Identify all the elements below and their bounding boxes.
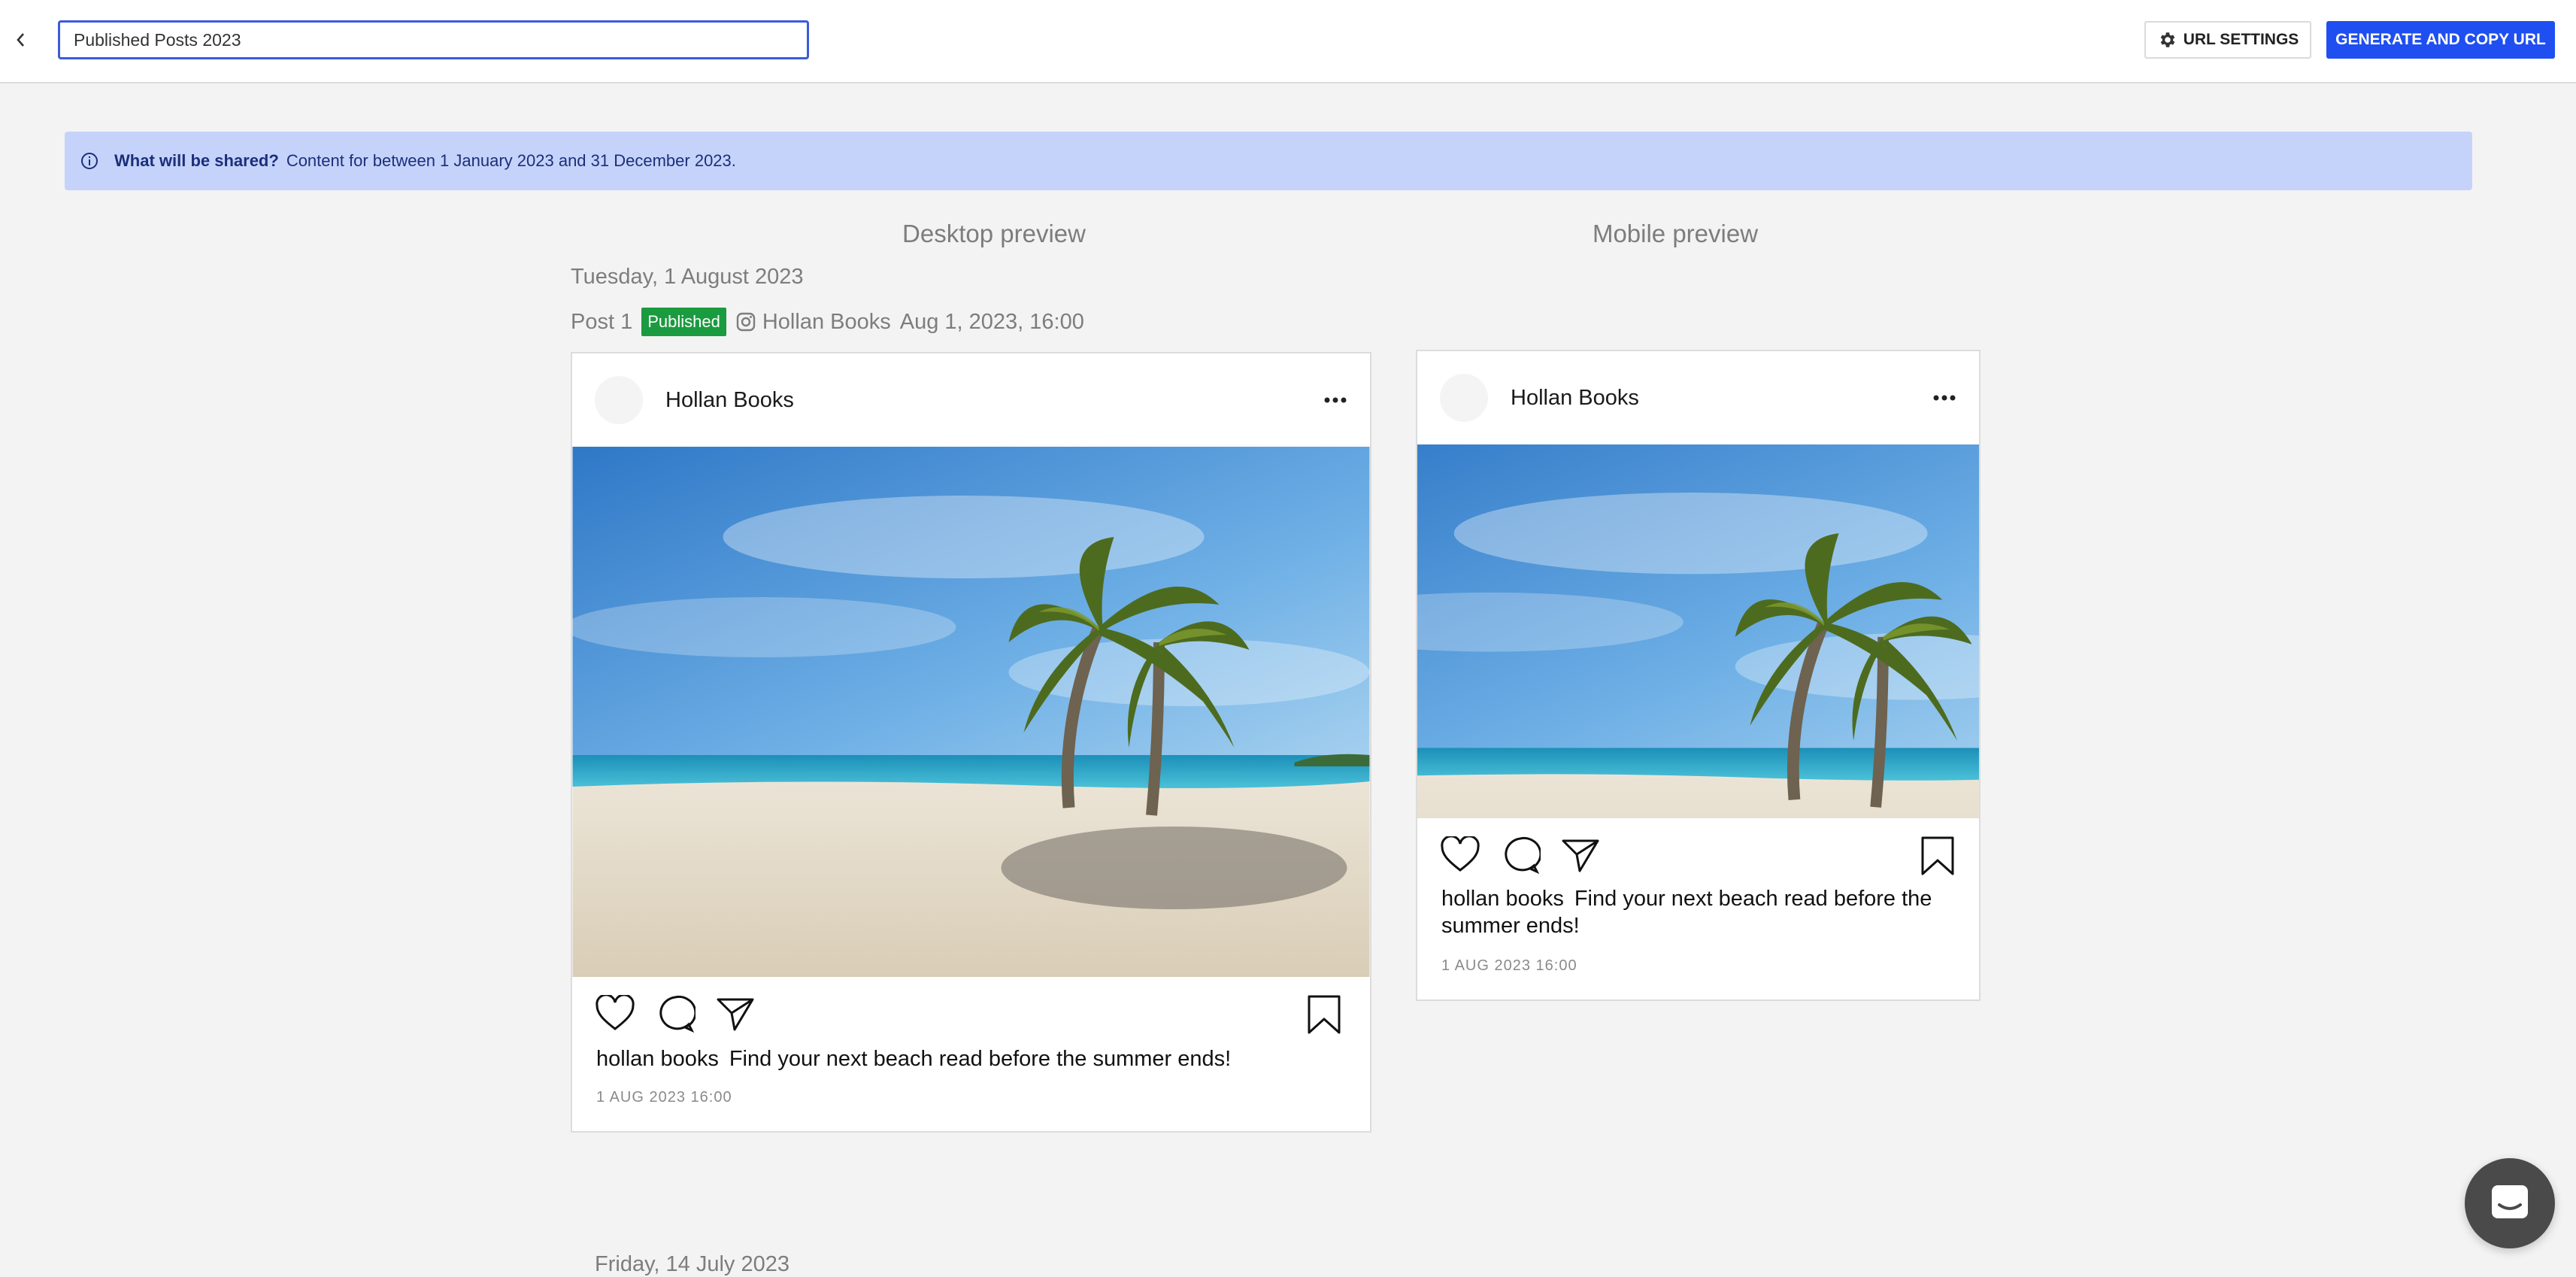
beach-palm-trees-image <box>1417 444 1979 818</box>
post-caption: hollan books Find your next beach read be… <box>1441 885 1960 940</box>
caption-text: Find your next beach read before the sum… <box>729 1047 1232 1071</box>
desktop-preview-heading: Desktop preview <box>902 220 1086 247</box>
mobile-post-card: Hollan Books hollan books Find your next … <box>1416 350 1980 1001</box>
avatar <box>595 376 643 424</box>
share-title-input[interactable] <box>58 20 809 59</box>
comment-icon[interactable] <box>655 994 696 1033</box>
banner-question: What will be shared? <box>114 151 279 170</box>
info-icon <box>80 151 99 171</box>
post-timestamp: 1 AUG 2023 16:00 <box>1441 957 1577 974</box>
more-options-icon[interactable] <box>1323 396 1347 404</box>
gear-icon <box>2160 32 2174 47</box>
post-meta-row: Post 1 Published Hollan Books Aug 1, 202… <box>571 305 1084 338</box>
post-header: Hollan Books <box>572 353 1370 447</box>
url-settings-label: URL SETTINGS <box>2183 31 2299 48</box>
account-name: Hollan Books <box>1511 385 1639 410</box>
url-settings-button[interactable]: URL SETTINGS <box>2144 21 2311 59</box>
heart-icon[interactable] <box>1440 836 1480 874</box>
heart-icon[interactable] <box>595 995 635 1033</box>
post-caption: hollan books Find your next beach read be… <box>596 1045 1348 1072</box>
caption-username: hollan books <box>596 1047 719 1071</box>
post-datetime: Aug 1, 2023, 16:00 <box>899 309 1084 334</box>
avatar <box>1440 374 1488 422</box>
mobile-preview-heading: Mobile preview <box>1592 220 1759 247</box>
day-group-date: Tuesday, 1 August 2023 <box>571 265 804 289</box>
chevron-left-icon <box>17 33 24 47</box>
post-account: Hollan Books <box>762 309 891 334</box>
bookmark-icon[interactable] <box>1920 836 1956 876</box>
back-button[interactable] <box>11 29 30 51</box>
next-day-group-date: Friday, 14 July 2023 <box>595 1252 789 1276</box>
post-timestamp: 1 AUG 2023 16:00 <box>596 1089 732 1106</box>
post-label: Post 1 <box>571 309 633 334</box>
banner-message: Content for between 1 January 2023 and 3… <box>286 151 736 170</box>
bookmark-icon[interactable] <box>1306 994 1342 1035</box>
post-actions <box>1440 836 1601 875</box>
status-badge: Published <box>641 308 726 336</box>
post-actions <box>595 994 756 1033</box>
chat-launcher-button[interactable] <box>2465 1158 2555 1248</box>
desktop-post-card: Hollan Books hollan books Find your next … <box>571 352 1371 1133</box>
share-icon[interactable] <box>1560 836 1601 874</box>
more-options-icon[interactable] <box>1932 394 1956 402</box>
account-name: Hollan Books <box>665 387 794 412</box>
instagram-icon <box>735 311 756 332</box>
beach-palm-trees-image <box>572 447 1370 977</box>
caption-username: hollan books <box>1441 887 1564 911</box>
post-header: Hollan Books <box>1417 351 1979 444</box>
share-info-banner: What will be shared? Content for between… <box>65 132 2472 190</box>
top-bar: URL SETTINGS GENERATE AND COPY URL <box>0 0 2576 83</box>
comment-icon[interactable] <box>1500 836 1541 875</box>
chat-icon <box>2492 1185 2528 1218</box>
share-icon[interactable] <box>715 995 756 1033</box>
generate-copy-url-label: GENERATE AND COPY URL <box>2335 31 2546 48</box>
generate-copy-url-button[interactable]: GENERATE AND COPY URL <box>2326 21 2555 59</box>
